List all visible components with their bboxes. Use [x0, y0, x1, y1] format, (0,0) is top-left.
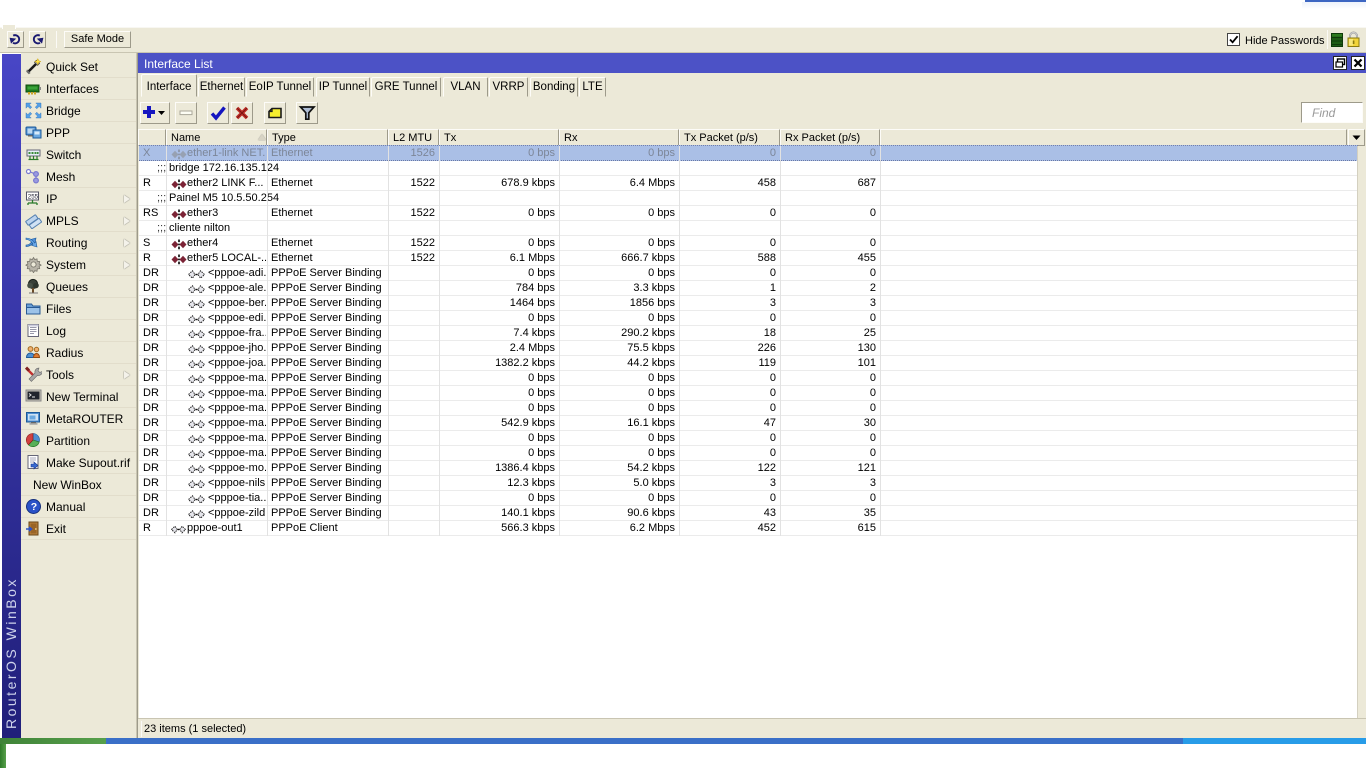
svg-text:?: ? [31, 501, 37, 513]
svg-text:255: 255 [28, 194, 39, 201]
